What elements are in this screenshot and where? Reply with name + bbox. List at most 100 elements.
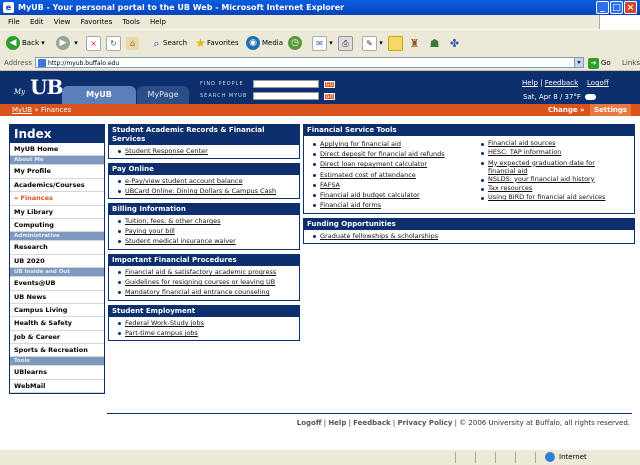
print-button[interactable]: ⎙ <box>338 34 353 52</box>
index-item-research[interactable]: Research <box>10 241 104 255</box>
list-item[interactable]: Graduate fellowships & scholarships <box>304 231 634 241</box>
pay-online-title: Pay Online <box>109 164 299 175</box>
index-section-administrative: Administrative <box>10 232 104 242</box>
status-divider <box>475 452 476 463</box>
index-item-finances[interactable]: » Finances <box>10 192 104 206</box>
list-item[interactable]: Financial aid sources <box>472 139 632 148</box>
list-item[interactable]: Direct deposit for financial aid refunds <box>304 149 474 159</box>
menu-help[interactable]: Help <box>150 18 166 26</box>
index-item-my-library[interactable]: My Library <box>10 206 104 219</box>
maximize-button[interactable]: □ <box>610 1 623 14</box>
links-button[interactable]: Links <box>622 56 640 70</box>
list-item[interactable]: Direct loan repayment calculator <box>304 159 474 169</box>
list-item[interactable]: Estimated cost of attendance <box>304 170 474 180</box>
list-item[interactable]: Guidelines for resigning courses or leav… <box>109 277 299 287</box>
logoff-link[interactable]: Logoff <box>587 79 609 87</box>
settings-link[interactable]: Settings <box>590 104 632 116</box>
list-item[interactable]: Using BIRD for financial aid services <box>472 193 632 202</box>
browser-toolbar: ◀ Back ▾ ▶ ▾ × ↻ ⌂ ⌕ Search ★Favorites ◉ Me… <box>0 29 640 57</box>
menu-file[interactable]: File <box>8 18 20 26</box>
list-item[interactable]: Mandatory financial aid entrance counsel… <box>109 287 299 297</box>
list-item[interactable]: NSLDS: your financial aid history <box>472 175 632 184</box>
breadcrumb-myub[interactable]: MyUB <box>12 106 32 114</box>
list-item[interactable]: UBCard Online: Dining Dollars & Campus C… <box>109 186 299 196</box>
sarfs-box: Student Academic Records & Financial Ser… <box>108 124 300 160</box>
index-item-campus-living[interactable]: Campus Living <box>10 304 104 318</box>
list-item[interactable]: Financial aid & satisfactory academic pr… <box>109 267 299 277</box>
index-item-myub-home[interactable]: MyUB Home <box>10 143 104 157</box>
menu-view[interactable]: View <box>54 18 71 26</box>
address-dropdown[interactable]: ▾ <box>574 57 584 68</box>
index-item-academics[interactable]: Academics/Courses <box>10 179 104 193</box>
tab-myub[interactable]: MyUB <box>62 86 136 104</box>
feedback-link[interactable]: Feedback <box>545 79 578 87</box>
list-item[interactable]: Federal Work-Study jobs <box>109 318 299 328</box>
list-item[interactable]: Tax resources <box>472 184 632 193</box>
index-item-health-safety[interactable]: Health & Safety <box>10 317 104 331</box>
footer-feedback-link[interactable]: Feedback <box>353 419 391 427</box>
minimize-button[interactable]: _ <box>596 1 609 14</box>
history-icon: ◷ <box>288 36 302 50</box>
list-item[interactable]: Paying your bill <box>109 226 299 236</box>
edit-button[interactable]: ✎ ▾ <box>362 34 383 52</box>
find-people-go-button[interactable]: GO <box>324 81 335 88</box>
index-item-computing[interactable]: Computing <box>10 219 104 233</box>
list-item[interactable]: Part-time campus jobs <box>109 328 299 338</box>
menu-favorites[interactable]: Favorites <box>81 18 113 26</box>
discuss-button[interactable] <box>388 34 403 52</box>
research-button[interactable]: ♜ <box>408 34 421 52</box>
favorites-button[interactable]: ★Favorites <box>194 34 239 52</box>
list-item[interactable]: Student medical insurance waiver <box>109 236 299 246</box>
footer-logoff-link[interactable]: Logoff <box>297 419 322 427</box>
list-item[interactable]: My expected graduation date for financia… <box>472 158 618 175</box>
refresh-icon: ↻ <box>106 35 121 51</box>
menu-tools[interactable]: Tools <box>122 18 139 26</box>
search-button[interactable]: ⌕ Search <box>150 34 187 52</box>
media-button[interactable]: ◉ Media <box>246 34 283 52</box>
list-item[interactable]: Financial aid budget calculator <box>304 190 474 200</box>
back-button[interactable]: ◀ Back ▾ <box>6 34 45 52</box>
go-button[interactable]: ➔ Go <box>588 57 611 69</box>
footer-privacy-link[interactable]: Privacy Policy <box>398 419 453 427</box>
messenger-button[interactable]: ☗ <box>428 34 441 52</box>
menu-bar: File Edit View Favorites Tools Help <box>0 15 640 29</box>
help-link[interactable]: Help <box>522 79 538 87</box>
search-myub-go-button[interactable]: GO <box>324 93 335 100</box>
forward-arrow-icon: ▶ <box>56 36 70 50</box>
address-input[interactable]: http://myub.buffalo.edu <box>35 57 580 68</box>
print-icon: ⎙ <box>338 35 353 51</box>
index-item-ublearns[interactable]: UBlearns <box>10 366 104 380</box>
extra-tool-button[interactable]: ✤ <box>448 34 461 52</box>
index-item-job-career[interactable]: Job & Career <box>10 331 104 345</box>
history-button[interactable]: ◷ <box>288 34 304 52</box>
list-item[interactable]: Tuition, fees, & other charges <box>109 216 299 226</box>
mail-button[interactable]: ✉ ▾ <box>312 34 333 52</box>
home-button[interactable]: ⌂ <box>126 34 139 52</box>
forward-button[interactable]: ▶ ▾ <box>56 34 78 52</box>
research-icon: ♜ <box>409 36 420 50</box>
index-item-my-profile[interactable]: My Profile <box>10 165 104 179</box>
list-item[interactable]: e-Pay/view student account balance <box>109 176 299 186</box>
search-myub-input[interactable] <box>253 92 319 100</box>
edit-page-icon: ✎ <box>362 35 377 51</box>
index-item-ub-news[interactable]: UB News <box>10 291 104 304</box>
list-item[interactable]: FAFSA <box>304 180 474 190</box>
change-link[interactable]: Change » <box>548 104 585 116</box>
menu-edit[interactable]: Edit <box>30 18 44 26</box>
list-item[interactable]: HESC: TAP information <box>472 148 632 157</box>
list-item[interactable]: Applying for financial aid <box>304 139 474 149</box>
list-item[interactable]: Student Response Center <box>109 146 299 156</box>
close-button[interactable]: × <box>624 1 637 14</box>
footer-help-link[interactable]: Help <box>328 419 346 427</box>
index-item-webmail[interactable]: WebMail <box>10 380 104 394</box>
refresh-button[interactable]: ↻ <box>106 34 121 52</box>
list-item[interactable]: Financial aid forms <box>304 200 474 210</box>
index-item-sports[interactable]: Sports & Recreation <box>10 344 104 358</box>
stop-button[interactable]: × <box>86 34 101 52</box>
tab-mypage[interactable]: MyPage <box>137 86 189 104</box>
find-people-input[interactable] <box>253 80 319 88</box>
index-item-events[interactable]: Events@UB <box>10 277 104 291</box>
window-title-bar[interactable]: e MyUB - Your personal portal to the UB … <box>0 0 640 15</box>
status-divider <box>515 452 516 463</box>
index-item-ub2020[interactable]: UB 2020 <box>10 255 104 269</box>
